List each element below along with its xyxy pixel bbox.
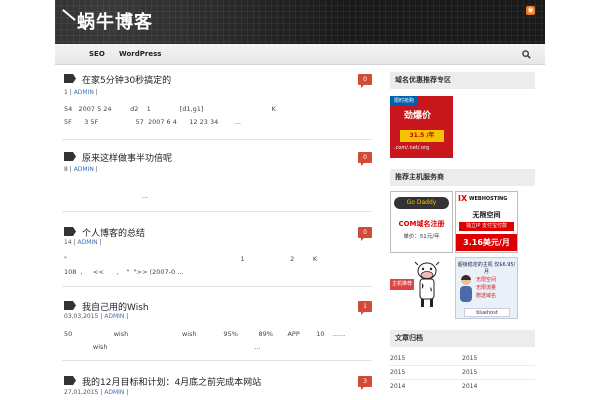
- archive-link[interactable]: 2015: [390, 369, 405, 376]
- support-agent-icon: [460, 275, 472, 302]
- post-arrow-icon: [64, 152, 76, 161]
- post-divider: [62, 211, 372, 212]
- post-excerpt-line: wish ...: [64, 343, 261, 351]
- widget-title-domain: 域名优惠推荐专区: [390, 72, 535, 89]
- post-divider: [62, 139, 372, 140]
- main-nav: SEO WordPress: [55, 44, 545, 65]
- ixwebhosting-banner[interactable]: IX WEBHOSTING 无限空间 独立IP 支付宝付款 3.16美元/月: [455, 191, 518, 253]
- nav-item-seo[interactable]: SEO: [89, 44, 105, 65]
- post-author-link[interactable]: ADMIN: [104, 389, 124, 396]
- post-author-link[interactable]: ADMIN: [104, 313, 124, 320]
- ad-price: 单价：51元/年: [403, 234, 440, 240]
- archive-link[interactable]: 2015: [390, 355, 405, 362]
- post-excerpt-line: ...: [142, 192, 149, 200]
- archive-link[interactable]: 2014: [390, 383, 405, 390]
- post-title[interactable]: 我的12月目标和计划：4月底之前完成本网站: [82, 375, 261, 388]
- post-meta-prefix: 14: [64, 239, 72, 246]
- meta-separator-end: |: [97, 239, 102, 246]
- archive-divider: [390, 379, 535, 380]
- ix-logo-subtitle: WEBHOSTING: [469, 196, 508, 202]
- ad-feature-bar: 独立IP 支付宝付款: [459, 222, 514, 231]
- comment-count-badge[interactable]: 1: [358, 301, 372, 315]
- cow-mascot-icon: [414, 261, 440, 307]
- ad-domains: .com/.net/.org: [394, 145, 430, 151]
- post-excerpt-line: 50 wish wish 95% 89% APP 10 ......: [64, 330, 346, 338]
- comment-count-badge[interactable]: 0: [358, 227, 372, 241]
- ad-tag: 主机推荐: [390, 279, 414, 290]
- post-divider: [62, 286, 372, 287]
- post-meta: 03,03,2015 | ADMIN |: [64, 313, 128, 320]
- meta-separator-end: |: [124, 313, 129, 320]
- ad-feature-item: 无限空间: [476, 277, 497, 283]
- widget-title-archive: 文章归档: [390, 330, 535, 347]
- ad-feature-item: 赠送域名: [476, 293, 497, 299]
- post-arrow-icon: [64, 74, 76, 83]
- nav-item-wordpress[interactable]: WordPress: [119, 44, 161, 65]
- post-meta-prefix: 03,03,2015: [64, 313, 99, 320]
- post-title[interactable]: 我自己用的Wish: [82, 300, 149, 313]
- ad-headline: 超级稳定的主机 仅$6.95/月: [457, 262, 516, 275]
- post-meta-prefix: 27,01,2015: [64, 389, 99, 396]
- post-meta: 14 | ADMIN |: [64, 239, 102, 246]
- cow-hosting-banner[interactable]: 主机推荐: [390, 257, 453, 319]
- post-author-link[interactable]: ADMIN: [74, 89, 94, 96]
- post-meta: 27,01,2015 | ADMIN |: [64, 389, 128, 396]
- post-divider: [62, 360, 372, 361]
- post-excerpt-line: 54 2007 5 24 d2 1 [d1,g1] K: [64, 105, 276, 113]
- bluehost-banner[interactable]: 超级稳定的主机 仅$6.95/月 无限空间 无限流量 赠送域名 bluehost: [455, 257, 518, 319]
- post-arrow-icon: [64, 376, 76, 385]
- ad-tag: 限时抢购: [390, 96, 418, 106]
- godaddy-banner[interactable]: Go Daddy COM域名注册 单价：51元/年: [390, 191, 453, 253]
- domain-promo-banner[interactable]: 限时抢购 劲爆价 31.5 /年 .com/.net/.org: [390, 96, 453, 158]
- ad-headline: 劲爆价: [404, 111, 432, 121]
- ad-price: 31.5 /年: [400, 130, 444, 142]
- godaddy-logo: Go Daddy: [394, 197, 449, 209]
- post-meta-prefix: 8: [64, 166, 68, 173]
- post-arrow-icon: [64, 227, 76, 236]
- post-author-link[interactable]: ADMIN: [74, 166, 94, 173]
- ad-price: 3.16美元/月: [456, 234, 517, 251]
- post-meta: 8 | ADMIN |: [64, 166, 98, 173]
- post-meta: 1 | ADMIN |: [64, 89, 98, 96]
- meta-separator-end: |: [124, 389, 129, 396]
- post-author-link[interactable]: ADMIN: [78, 239, 98, 246]
- comment-count-badge[interactable]: 0: [358, 152, 372, 166]
- meta-separator-end: |: [93, 89, 98, 96]
- archive-link[interactable]: 2014: [462, 383, 477, 390]
- post-arrow-icon: [64, 301, 76, 310]
- rss-icon[interactable]: ◉: [526, 6, 535, 15]
- ad-headline: 无限空间: [472, 211, 501, 219]
- ad-feature-item: 无限流量: [476, 285, 497, 291]
- post-title[interactable]: 个人博客的总结: [82, 226, 145, 239]
- comment-count-badge[interactable]: 0: [358, 74, 372, 88]
- search-icon[interactable]: [522, 50, 531, 59]
- site-header: 蜗牛博客 ◉: [55, 0, 545, 44]
- post-excerpt-line: 108 , << , " ">> (2007-0 ...: [64, 268, 184, 276]
- ad-headline: COM域名注册: [398, 220, 445, 228]
- post-title[interactable]: 原来这样做事半功倍呢: [82, 151, 172, 164]
- post-meta-prefix: 1: [64, 89, 68, 96]
- post-excerpt-line: " 1 2 K: [64, 255, 318, 263]
- archive-divider: [390, 365, 535, 366]
- archive-link[interactable]: 2015: [462, 355, 477, 362]
- comment-count-badge[interactable]: 3: [358, 376, 372, 390]
- meta-separator-end: |: [93, 166, 98, 173]
- ix-logo: IX: [458, 194, 468, 203]
- site-title[interactable]: 蜗牛博客: [77, 8, 153, 34]
- post-excerpt-line: 5F 3 5F 57 2007 6 4 12 23 34 ...: [64, 118, 241, 126]
- post-title[interactable]: 在家5分钟30秒搞定的: [82, 73, 171, 86]
- widget-title-hosting: 推荐主机服务商: [390, 169, 535, 186]
- ad-feature-list: 无限空间 无限流量 赠送域名: [476, 276, 496, 300]
- bluehost-logo: bluehost: [464, 308, 510, 317]
- archive-link[interactable]: 2015: [462, 369, 477, 376]
